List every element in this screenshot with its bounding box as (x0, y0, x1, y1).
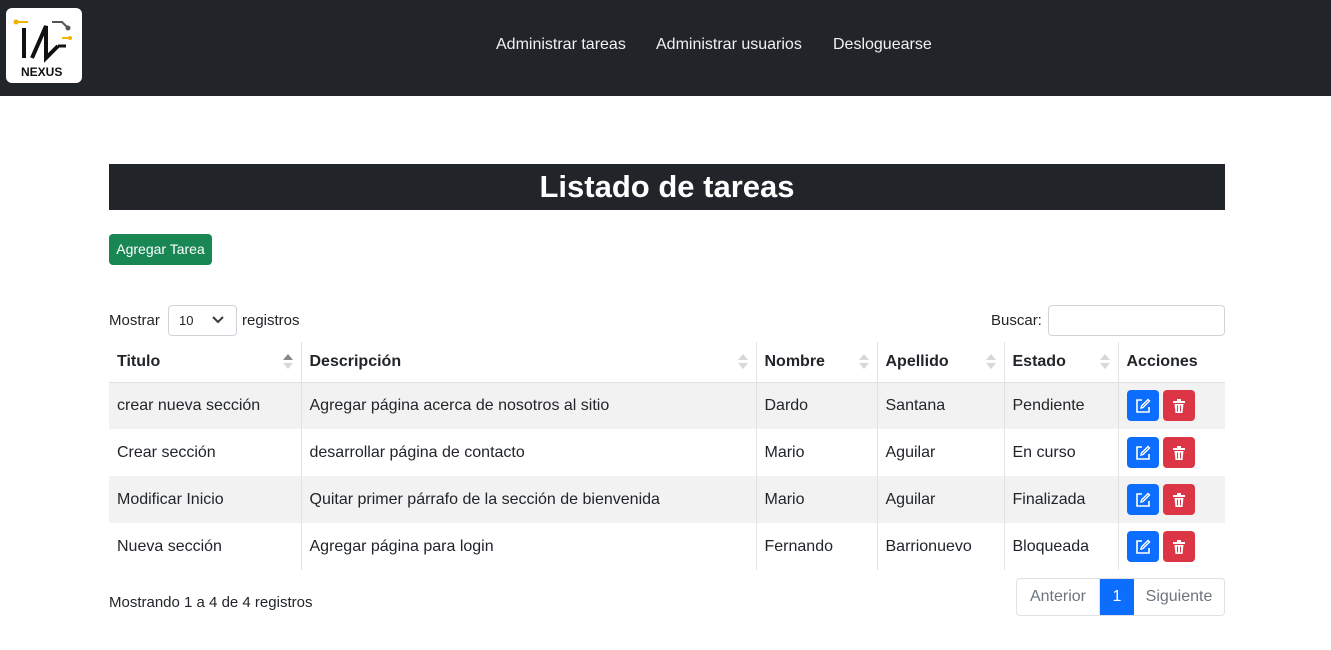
cell-descripcion: Agregar página para login (301, 523, 757, 570)
sort-icon (985, 354, 996, 370)
table-info-text: Mostrando 1 a 4 de 4 registros (109, 594, 313, 611)
sort-icon (858, 354, 869, 370)
cell-descripcion: desarrollar página de contacto (301, 429, 757, 476)
length-suffix-label: registros (242, 312, 300, 329)
edit-button[interactable] (1126, 437, 1159, 468)
table-row: Crear sección desarrollar página de cont… (109, 429, 1225, 476)
cell-estado: En curso (1004, 429, 1119, 476)
page-title-bar: Listado de tareas (109, 164, 1225, 210)
column-header-acciones: Acciones (1118, 342, 1225, 383)
nav-link-administrar-usuarios[interactable]: Administrar usuarios (656, 36, 802, 54)
cell-acciones (1118, 382, 1225, 429)
chevron-down-icon (212, 316, 224, 324)
delete-button[interactable] (1162, 437, 1195, 468)
add-task-button[interactable]: Agregar Tarea (109, 234, 212, 265)
pagination-next[interactable]: Siguiente (1134, 579, 1224, 615)
sort-icon (737, 354, 748, 370)
edit-icon (1135, 445, 1150, 460)
top-navbar: NEXUS Administrar tareas Administrar usu… (0, 0, 1331, 96)
cell-apellido: Aguilar (877, 476, 1005, 523)
cell-nombre: Fernando (756, 523, 878, 570)
logo-text: NEXUS (21, 65, 62, 79)
nav-links: Administrar tareas Administrar usuarios … (0, 36, 1331, 58)
search-input[interactable] (1048, 305, 1225, 336)
edit-icon (1135, 492, 1150, 507)
table-row: crear nueva sección Agregar página acerc… (109, 382, 1225, 429)
edit-button[interactable] (1126, 390, 1159, 422)
page-title: Listado de tareas (539, 169, 795, 204)
page-length-select[interactable]: 10 (168, 305, 237, 336)
trash-icon (1172, 540, 1185, 554)
cell-estado: Bloqueada (1004, 523, 1119, 570)
cell-descripcion: Quitar primer párrafo de la sección de b… (301, 476, 757, 523)
pagination-previous[interactable]: Anterior (1017, 579, 1100, 615)
page-length-value: 10 (179, 313, 194, 328)
cell-titulo: crear nueva sección (109, 382, 302, 429)
delete-button[interactable] (1162, 390, 1195, 422)
cell-titulo: Crear sección (109, 429, 302, 476)
cell-apellido: Barrionuevo (877, 523, 1005, 570)
search-label: Buscar: (991, 312, 1042, 329)
edit-icon (1135, 398, 1150, 414)
cell-nombre: Dardo (756, 382, 878, 429)
cell-nombre: Mario (756, 476, 878, 523)
cell-apellido: Santana (877, 382, 1005, 429)
cell-estado: Finalizada (1004, 476, 1119, 523)
tasks-table: Titulo Descripción Nombre Apellido Estad… (109, 342, 1225, 570)
cell-acciones (1118, 476, 1225, 523)
trash-icon (1172, 399, 1185, 414)
column-header-estado[interactable]: Estado (1004, 342, 1119, 383)
nav-link-administrar-tareas[interactable]: Administrar tareas (496, 36, 626, 54)
delete-button[interactable] (1162, 484, 1195, 515)
delete-button[interactable] (1162, 531, 1195, 562)
column-header-nombre[interactable]: Nombre (756, 342, 878, 383)
column-header-apellido[interactable]: Apellido (877, 342, 1005, 383)
cell-acciones (1118, 523, 1225, 570)
nav-link-desloguearse[interactable]: Desloguearse (833, 36, 932, 54)
sort-icon (1099, 354, 1110, 370)
trash-icon (1172, 446, 1185, 460)
table-row: Modificar Inicio Quitar primer párrafo d… (109, 476, 1225, 523)
edit-icon (1135, 539, 1150, 554)
pagination-page-1[interactable]: 1 (1100, 579, 1134, 615)
cell-acciones (1118, 429, 1225, 476)
edit-button[interactable] (1126, 531, 1159, 562)
cell-descripcion: Agregar página acerca de nosotros al sit… (301, 382, 757, 429)
column-header-descripcion[interactable]: Descripción (301, 342, 757, 383)
table-header-row: Titulo Descripción Nombre Apellido Estad… (109, 342, 1225, 383)
pagination: Anterior 1 Siguiente (1016, 578, 1225, 616)
table-row: Nueva sección Agregar página para login … (109, 523, 1225, 570)
cell-estado: Pendiente (1004, 382, 1119, 429)
sort-asc-icon (282, 354, 293, 370)
cell-nombre: Mario (756, 429, 878, 476)
cell-titulo: Modificar Inicio (109, 476, 302, 523)
edit-button[interactable] (1126, 484, 1159, 515)
trash-icon (1172, 493, 1185, 507)
column-header-titulo[interactable]: Titulo (109, 342, 302, 383)
cell-titulo: Nueva sección (109, 523, 302, 570)
cell-apellido: Aguilar (877, 429, 1005, 476)
length-prefix-label: Mostrar (109, 312, 160, 329)
